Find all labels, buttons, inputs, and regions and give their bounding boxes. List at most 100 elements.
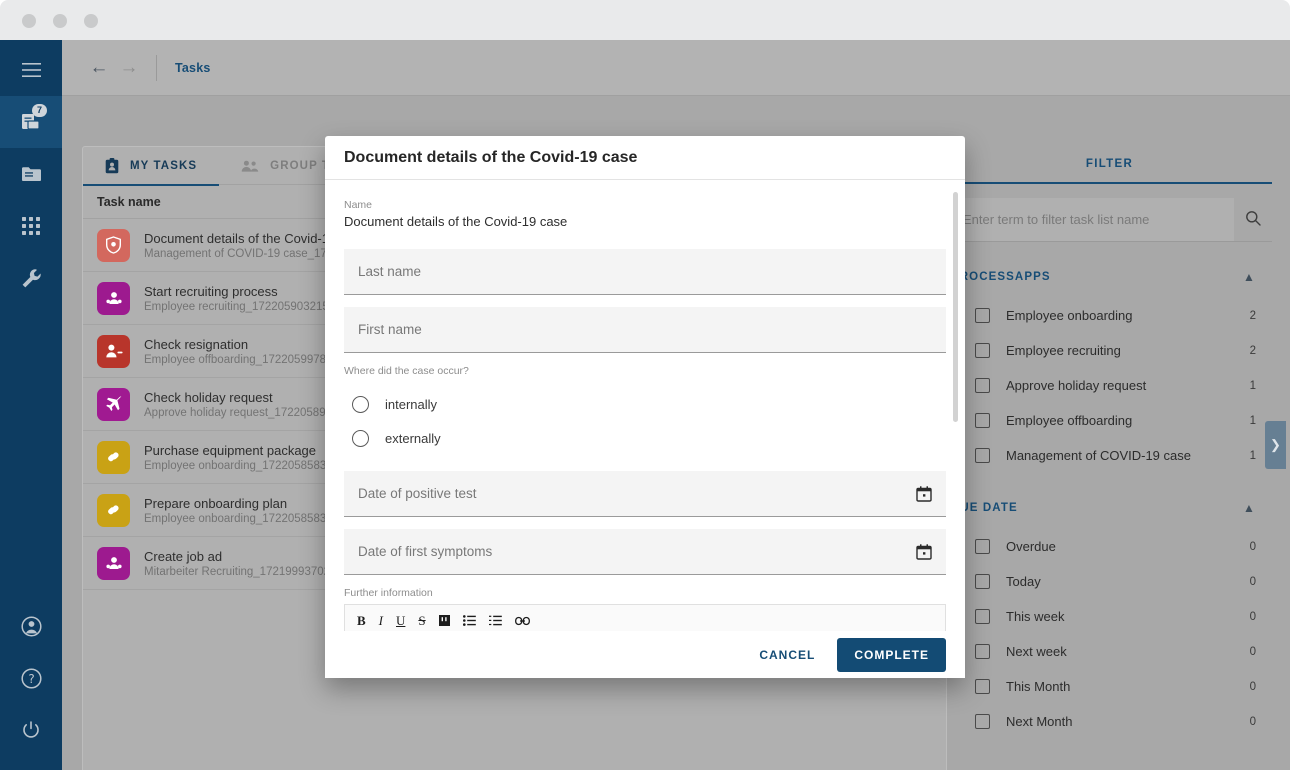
underline-icon[interactable]: U [396,614,405,627]
filter-row-this-week[interactable]: This week 0 [947,599,1272,634]
first-name-field[interactable] [344,307,946,353]
radio-option-externally[interactable]: externally [344,421,946,455]
filter-row-today[interactable]: Today 0 [947,564,1272,599]
back-button[interactable]: ← [84,53,114,83]
date-of-positive-test-input[interactable] [358,486,916,501]
task-subtitle: Employee offboarding_1722059978397 [144,353,346,366]
date-of-first-symptoms-field[interactable] [344,529,946,575]
filter-search-input[interactable] [947,198,1234,242]
task-row-texts: Start recruiting process Employee recrui… [144,284,335,313]
further-information-label: Further information [344,587,433,599]
checkbox[interactable] [975,308,990,323]
cancel-button[interactable]: CANCEL [753,640,821,670]
checkbox[interactable] [975,413,990,428]
checkbox[interactable] [975,539,990,554]
tab-my-tasks[interactable]: MY TASKS [83,147,220,186]
filter-row-management-covid-case[interactable]: Management of COVID-19 case 1 [947,438,1272,473]
filter-row-count: 0 [1249,645,1256,658]
italic-icon[interactable]: I [379,614,383,627]
last-name-input[interactable] [358,264,932,279]
filter-row-employee-offboarding[interactable]: Employee offboarding 1 [947,403,1272,438]
filter-row-employee-recruiting[interactable]: Employee recruiting 2 [947,333,1272,368]
shield-virus-icon [97,228,130,262]
svg-text:?: ? [28,672,34,686]
task-row-texts: Check holiday request Approve holiday re… [144,390,350,419]
filter-row-next-week[interactable]: Next week 0 [947,634,1272,669]
close-window-button[interactable] [22,14,36,28]
user-group-icon [97,281,130,315]
checkbox[interactable] [975,679,990,694]
radio-option-label: internally [385,396,438,412]
wrench-icon [21,268,42,289]
expand-panel-toggle[interactable]: ❯ [1265,421,1286,469]
strikethrough-icon[interactable]: S [418,614,425,627]
checkbox[interactable] [975,448,990,463]
filter-row-count: 0 [1249,680,1256,693]
radio-option-internally[interactable]: internally [344,387,946,421]
filter-row-overdue[interactable]: Overdue 0 [947,529,1272,564]
calendar-icon[interactable] [916,543,932,560]
radio-circle-icon[interactable] [352,395,369,413]
filter-group-processapps-title: PROCESSAPPS [951,271,1051,283]
filter-row-next-month[interactable]: Next Month 0 [947,704,1272,739]
checkbox[interactable] [975,644,990,659]
dialog-footer: CANCEL COMPLETE [325,631,965,678]
filter-search-button[interactable] [1234,198,1272,242]
filter-row-label: Today [1006,574,1041,589]
checkbox[interactable] [975,343,990,358]
date-of-positive-test-field[interactable] [344,471,946,517]
forward-button[interactable]: → [114,53,144,83]
checkbox[interactable] [975,609,990,624]
link-icon[interactable] [514,616,530,626]
filter-row-count: 1 [1249,449,1256,462]
dialog-title: Document details of the Covid-19 case [325,136,965,180]
filter-row-employee-onboarding[interactable]: Employee onboarding 2 [947,298,1272,333]
complete-button[interactable]: COMPLETE [837,637,946,672]
column-header-task-name: Task name [97,194,161,209]
task-row-texts: Create job ad Mitarbeiter Recruiting_172… [144,549,343,578]
filter-group-processapps-header[interactable]: PROCESSAPPS ▲ [947,256,1272,298]
sidebar: 7 ? [0,40,62,770]
sidebar-item-apps[interactable] [0,200,62,252]
breadcrumb[interactable]: Tasks [175,61,211,75]
task-row-texts: Check resignation Employee offboarding_1… [144,337,345,366]
first-name-input[interactable] [358,322,932,337]
people-group-icon [241,160,259,173]
sidebar-item-archive[interactable] [0,148,62,200]
checkbox[interactable] [975,574,990,589]
sidebar-item-help[interactable]: ? [0,652,62,704]
bullet-list-icon[interactable] [462,615,476,626]
sidebar-item-tools[interactable] [0,252,62,304]
name-field-label: Name [344,199,373,211]
traffic-lights [22,14,98,28]
filter-row-approve-holiday-request[interactable]: Approve holiday request 1 [947,368,1272,403]
blockquote-icon[interactable] [438,615,450,626]
airplane-icon [97,387,130,421]
filter-row-label: Employee onboarding [1006,308,1133,323]
folder-icon [21,165,42,183]
calendar-icon[interactable] [916,485,932,502]
hamburger-menu-button[interactable] [0,44,62,96]
filter-group-due-date-header[interactable]: DUE DATE ▲ [947,487,1272,529]
question-circle-icon: ? [20,667,42,689]
filter-row-label: This Month [1006,679,1071,694]
filter-row-this-month[interactable]: This Month 0 [947,669,1272,704]
date-of-first-symptoms-input[interactable] [358,544,916,559]
radio-circle-icon[interactable] [352,429,369,447]
filter-panel: FILTER PROCESSAPPS ▲ [947,146,1272,770]
filter-row-label: Approve holiday request [1006,378,1147,393]
minimize-window-button[interactable] [53,14,67,28]
filter-panel-title: FILTER [947,146,1272,184]
maximize-window-button[interactable] [84,14,98,28]
case-occurrence-legend: Where did the case occur? [344,365,469,377]
numbered-list-icon[interactable] [488,615,502,626]
last-name-field[interactable] [344,249,946,295]
bold-icon[interactable]: B [357,614,366,627]
checkbox[interactable] [975,714,990,729]
checkbox[interactable] [975,378,990,393]
sidebar-item-tasks[interactable]: 7 [0,96,62,148]
sidebar-item-logout[interactable] [0,704,62,756]
task-detail-dialog: Document details of the Covid-19 case Na… [325,136,965,678]
sidebar-item-account[interactable] [0,600,62,652]
dialog-scrollbar-thumb[interactable] [953,192,958,422]
